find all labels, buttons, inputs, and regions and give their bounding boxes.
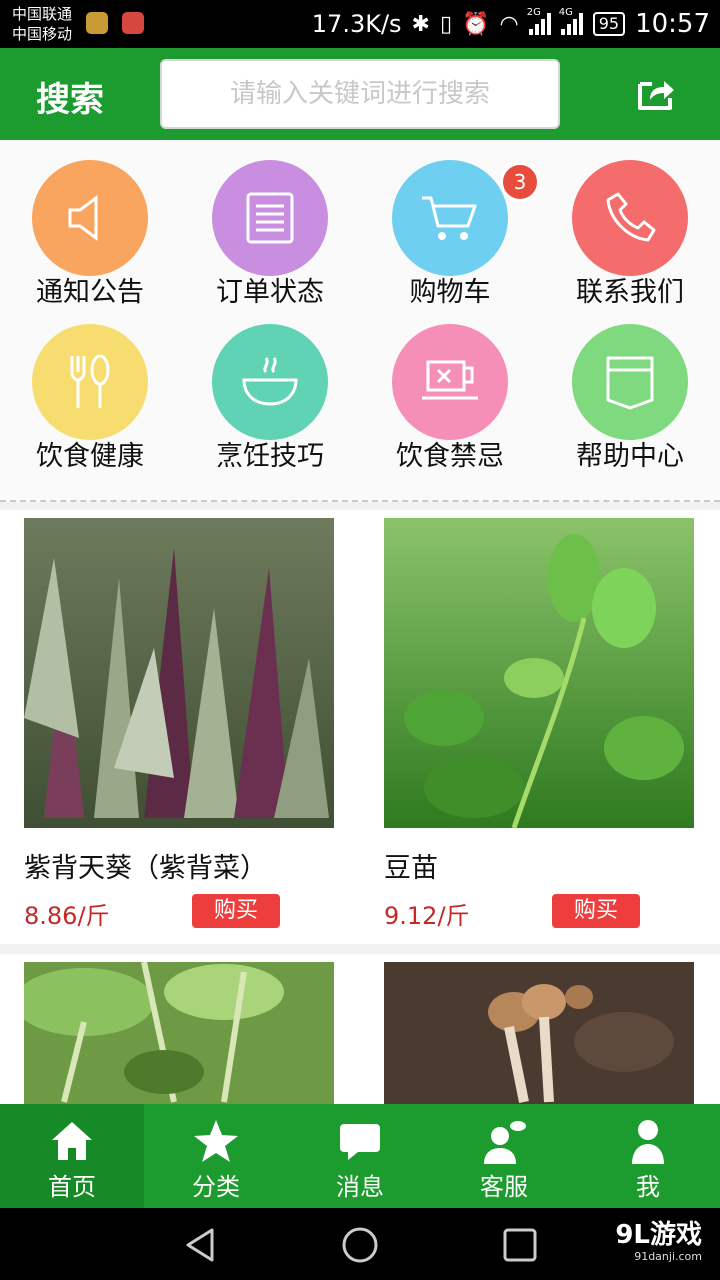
vibrate-icon: ▯ [439,11,453,37]
home-circle-icon[interactable] [341,1226,379,1264]
system-nav-bar: 9L游戏 91danji.com [0,1208,720,1280]
bowl-icon [212,324,328,440]
product-image[interactable] [384,518,694,828]
menu-label: 烹饪技巧 [216,441,324,472]
tab-category[interactable]: 分类 [144,1104,288,1208]
product-row: 紫背天葵（紫背菜） 8.86/斤 购买 豆苗 9.12/斤 购买 [0,510,720,944]
pocket-icon [572,324,688,440]
status-bar: 中国联通 中国移动 17.3K/s ✱ ▯ ⏰ ◠ 2G 4G 95 10:57 [0,0,720,48]
cart-badge: 3 [500,162,540,202]
home-icon [52,1122,92,1160]
product-name: 紫背天葵（紫背菜） [24,853,267,884]
notification-app-icon-2 [122,12,144,34]
bottom-tab-bar: 首页 分类 消息 客服 我 [0,1104,720,1208]
buy-button[interactable]: 购买 [192,894,280,928]
search-input[interactable]: 请输入关键词进行搜索 [160,59,560,129]
menu-item-notice[interactable]: 通知公告 [0,140,180,308]
menu-item-contact[interactable]: 联系我们 [540,140,720,308]
watermark-brand: 9L游戏 [615,1220,702,1250]
menu-item-order-status[interactable]: 订单状态 [180,140,360,308]
signal-2g-icon: 2G [527,7,551,35]
watermark: 9L游戏 91danji.com [615,1220,702,1264]
share-button[interactable] [636,76,676,112]
back-icon[interactable] [182,1226,220,1264]
app-header: 搜索 请输入关键词进行搜索 [0,48,720,140]
watermark-site: 91danji.com [634,1250,702,1263]
product-price: 8.86/斤 [24,902,110,930]
tab-label: 我 [636,1173,660,1201]
quick-menu: 通知公告 订单状态 3 购物车 联系我们 饮食健康 烹饪技巧 饮食禁忌 帮助中心 [0,140,720,502]
person-icon [632,1120,664,1164]
recent-apps-icon[interactable] [501,1226,539,1264]
product-price: 9.12/斤 [384,902,470,930]
message-icon [340,1124,380,1160]
tab-home[interactable]: 首页 [0,1104,144,1208]
notification-app-icon [86,12,108,34]
tab-label: 首页 [48,1173,96,1201]
share-icon [638,81,674,110]
list-icon [212,160,328,276]
clock: 10:57 [635,9,710,39]
tab-customer-service[interactable]: 客服 [432,1104,576,1208]
cart-icon [392,160,508,276]
star-icon [194,1120,238,1162]
menu-label: 帮助中心 [576,441,684,472]
bluetooth-icon: ✱ [411,11,430,37]
product-name: 豆苗 [384,853,438,884]
product-row [0,954,720,1114]
product-image[interactable] [24,518,334,828]
phone-icon [572,160,688,276]
menu-item-diet-health[interactable]: 饮食健康 [0,304,180,472]
alarm-icon: ⏰ [462,11,490,37]
carrier-info: 中国联通 中国移动 [12,4,72,44]
network-speed: 17.3K/s [311,10,402,38]
product-image[interactable] [24,962,334,1114]
buy-button[interactable]: 购买 [552,894,640,928]
battery-indicator: 95 [592,12,626,36]
menu-item-cart[interactable]: 3 购物车 [360,140,540,308]
page-title: 搜索 [36,80,104,120]
product-image[interactable] [384,962,694,1114]
speaker-icon [32,160,148,276]
tab-label: 客服 [480,1173,528,1201]
tab-label: 消息 [336,1173,384,1201]
carrier-2: 中国移动 [12,25,73,43]
menu-item-cooking-tips[interactable]: 烹饪技巧 [180,304,360,472]
carrier-1: 中国联通 [12,5,73,23]
menu-item-help-center[interactable]: 帮助中心 [540,304,720,472]
signal-4g-icon: 4G [559,7,583,35]
wifi-icon: ◠ [499,11,519,37]
menu-item-diet-taboo[interactable]: 饮食禁忌 [360,304,540,472]
customer-service-icon [484,1121,526,1164]
tab-me[interactable]: 我 [576,1104,720,1208]
tab-label: 分类 [192,1173,240,1201]
fork-spoon-icon [32,324,148,440]
forbidden-cup-icon [392,324,508,440]
menu-label: 饮食健康 [36,441,144,472]
menu-label: 饮食禁忌 [396,441,504,472]
tab-messages[interactable]: 消息 [288,1104,432,1208]
